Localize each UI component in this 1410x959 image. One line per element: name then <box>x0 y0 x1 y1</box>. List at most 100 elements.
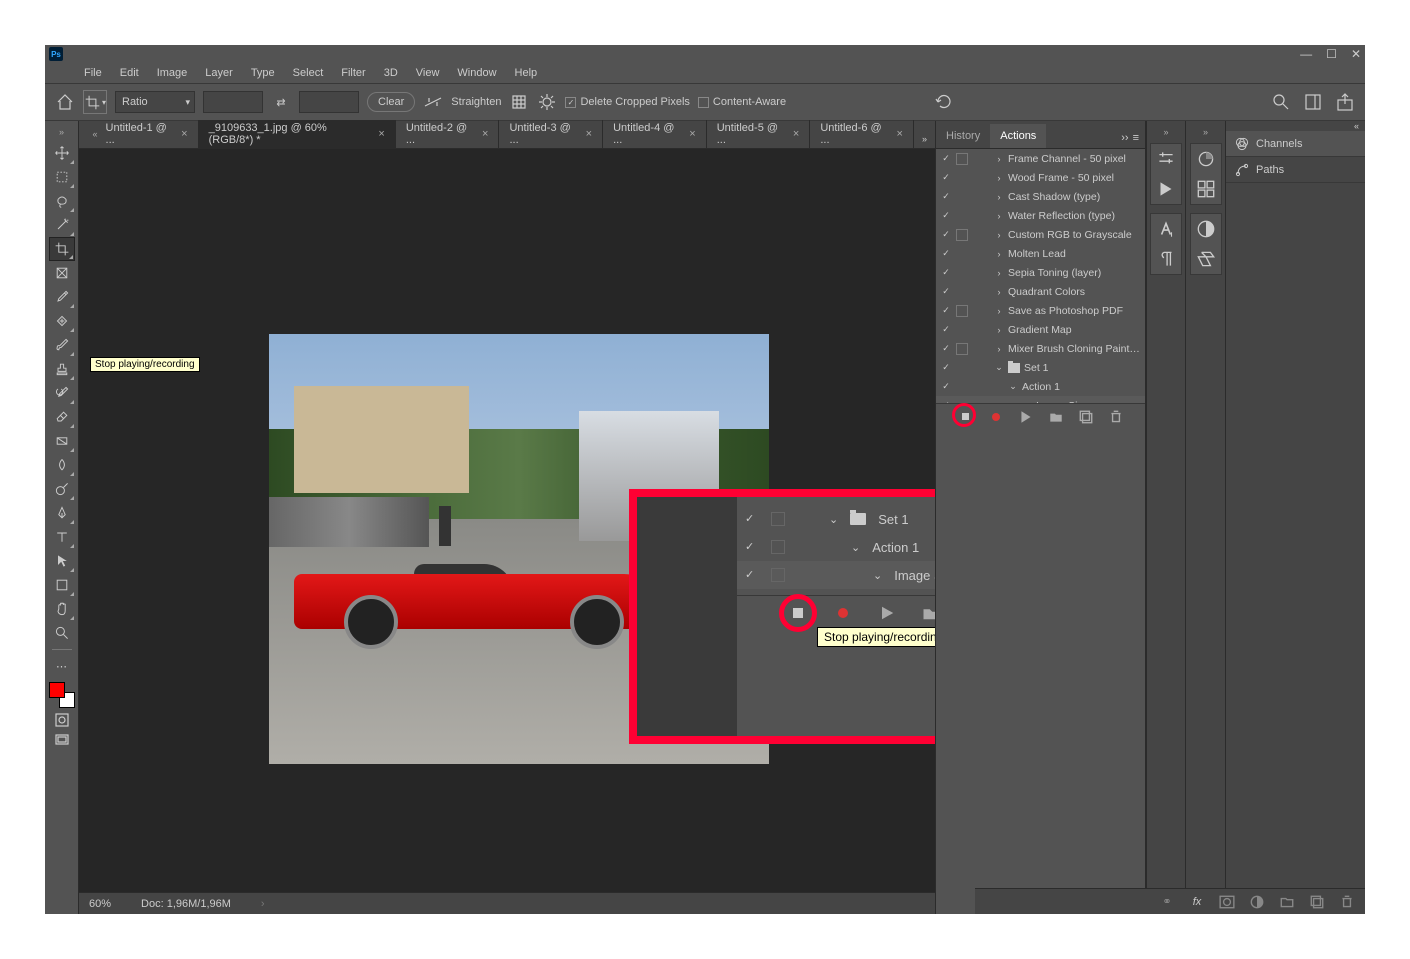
document-tab[interactable]: «Untitled-1 @ ...× <box>87 120 199 148</box>
delete-layer-icon[interactable] <box>1339 894 1355 910</box>
action-row[interactable]: ›Water Reflection (type) <box>936 206 1145 225</box>
maximize-button[interactable]: ☐ <box>1326 47 1337 61</box>
action-row[interactable]: ›Custom RGB to Grayscale <box>936 225 1145 244</box>
pen-tool[interactable] <box>49 501 75 525</box>
doc-size[interactable]: Doc: 1,96M/1,96M <box>141 898 231 910</box>
color-swatches[interactable] <box>49 682 75 708</box>
action-row[interactable]: ›Sepia Toning (layer) <box>936 263 1145 282</box>
menu-file[interactable]: File <box>75 65 111 81</box>
styles-icon[interactable] <box>1195 248 1217 270</box>
overlay-grid-icon[interactable] <box>509 92 529 112</box>
dodge-tool[interactable] <box>49 477 75 501</box>
eyedropper-tool[interactable] <box>49 285 75 309</box>
share-icon[interactable] <box>1335 92 1355 112</box>
adjustments-icon[interactable] <box>1195 218 1217 240</box>
action-row[interactable]: ⌄Set 1 <box>936 358 1145 377</box>
quickmask-icon[interactable] <box>54 712 70 728</box>
action-row[interactable]: ›Save as Photoshop PDF <box>936 301 1145 320</box>
healing-tool[interactable] <box>49 309 75 333</box>
close-tab-icon[interactable]: × <box>378 128 384 140</box>
menu-layer[interactable]: Layer <box>196 65 242 81</box>
channels-tab[interactable]: Channels <box>1226 131 1365 157</box>
document-tab[interactable]: Untitled-5 @ ...× <box>707 120 811 148</box>
stop-button[interactable] <box>958 409 974 425</box>
zoom-action-row[interactable]: ⌄Image Size⌄ <box>737 561 935 589</box>
action-row[interactable]: ⌄Image Size <box>936 396 1145 403</box>
blur-tool[interactable] <box>49 453 75 477</box>
ratio-select[interactable]: Ratio <box>115 91 195 113</box>
stamp-tool[interactable] <box>49 357 75 381</box>
frame-tool[interactable] <box>49 261 75 285</box>
canvas[interactable]: ⌄Set 1⌄Action 1⌄Image Size⌄ Stop playing… <box>79 149 935 892</box>
brush-tool[interactable] <box>49 333 75 357</box>
properties-icon[interactable] <box>1155 148 1177 170</box>
new-action-button[interactable] <box>1078 409 1094 425</box>
record-button[interactable] <box>988 409 1004 425</box>
clear-button[interactable]: Clear <box>367 92 415 112</box>
stop-button-highlighted[interactable] <box>779 594 817 632</box>
actions-tab[interactable]: Actions <box>990 124 1046 148</box>
crop-tool[interactable] <box>49 237 75 261</box>
tools-collapse[interactable]: » <box>59 127 64 137</box>
magic-wand-tool[interactable] <box>49 213 75 237</box>
screenmode-icon[interactable] <box>54 732 70 748</box>
history-tab[interactable]: History <box>936 124 990 148</box>
new-set-button[interactable] <box>921 603 935 623</box>
width-input[interactable] <box>203 91 263 113</box>
zoom-tool[interactable] <box>49 621 75 645</box>
reset-crop-icon[interactable] <box>934 92 954 112</box>
menu-edit[interactable]: Edit <box>111 65 148 81</box>
zoom-action-row[interactable]: ⌄Action 1 <box>737 533 935 561</box>
menu-help[interactable]: Help <box>506 65 547 81</box>
color-panel-icon[interactable] <box>1195 148 1217 170</box>
straighten-icon[interactable] <box>423 92 443 112</box>
action-row[interactable]: ›Frame Channel - 50 pixel <box>936 149 1145 168</box>
crop-preset-icon[interactable]: ▾ <box>83 90 107 114</box>
crop-settings-icon[interactable] <box>537 92 557 112</box>
menu-window[interactable]: Window <box>448 65 505 81</box>
height-input[interactable] <box>299 91 359 113</box>
menu-image[interactable]: Image <box>148 65 197 81</box>
paragraph-icon[interactable] <box>1155 248 1177 270</box>
play-panel-icon[interactable] <box>1155 178 1177 200</box>
action-row[interactable]: ›Molten Lead <box>936 244 1145 263</box>
link-icon[interactable]: ⚭ <box>1159 894 1175 910</box>
swap-icon[interactable]: ⇄ <box>271 92 291 112</box>
close-button[interactable]: ✕ <box>1351 47 1361 61</box>
lasso-tool[interactable] <box>49 189 75 213</box>
type-tool[interactable] <box>49 525 75 549</box>
close-tab-icon[interactable]: × <box>586 128 592 140</box>
move-tool[interactable] <box>49 141 75 165</box>
menu-select[interactable]: Select <box>284 65 333 81</box>
workspace-icon[interactable] <box>1303 92 1323 112</box>
delete-button[interactable] <box>1108 409 1124 425</box>
paths-tab[interactable]: Paths <box>1226 157 1365 183</box>
content-aware-checkbox[interactable] <box>698 97 709 108</box>
home-icon[interactable] <box>55 92 75 112</box>
zoom-level[interactable]: 60% <box>89 898 111 910</box>
record-button[interactable] <box>833 603 853 623</box>
close-tab-icon[interactable]: × <box>793 128 799 140</box>
close-tab-icon[interactable]: × <box>897 128 903 140</box>
document-tab[interactable]: Untitled-3 @ ...× <box>499 120 603 148</box>
action-row[interactable]: ›Wood Frame - 50 pixel <box>936 168 1145 187</box>
document-tab[interactable]: _9109633_1.jpg @ 60% (RGB/8*) *× <box>199 120 396 148</box>
play-button[interactable] <box>877 603 897 623</box>
action-row[interactable]: ⌄Action 1 <box>936 377 1145 396</box>
fx-icon[interactable]: fx <box>1189 894 1205 910</box>
history-brush-tool[interactable] <box>49 381 75 405</box>
character-icon[interactable] <box>1155 218 1177 240</box>
document-tab[interactable]: Untitled-6 @ ...× <box>810 120 914 148</box>
panel-collapse-icon[interactable]: ›› <box>1121 132 1128 144</box>
minimize-button[interactable]: — <box>1300 47 1312 61</box>
eraser-tool[interactable] <box>49 405 75 429</box>
action-row[interactable]: ›Gradient Map <box>936 320 1145 339</box>
edit-toolbar-icon[interactable]: ⋯ <box>49 654 75 678</box>
close-tab-icon[interactable]: × <box>689 128 695 140</box>
hand-tool[interactable] <box>49 597 75 621</box>
action-row[interactable]: ›Mixer Brush Cloning Paint ... <box>936 339 1145 358</box>
menu-view[interactable]: View <box>407 65 449 81</box>
panel-menu-icon[interactable]: ≡ <box>1133 132 1139 144</box>
search-icon[interactable] <box>1271 92 1291 112</box>
menu-filter[interactable]: Filter <box>332 65 374 81</box>
